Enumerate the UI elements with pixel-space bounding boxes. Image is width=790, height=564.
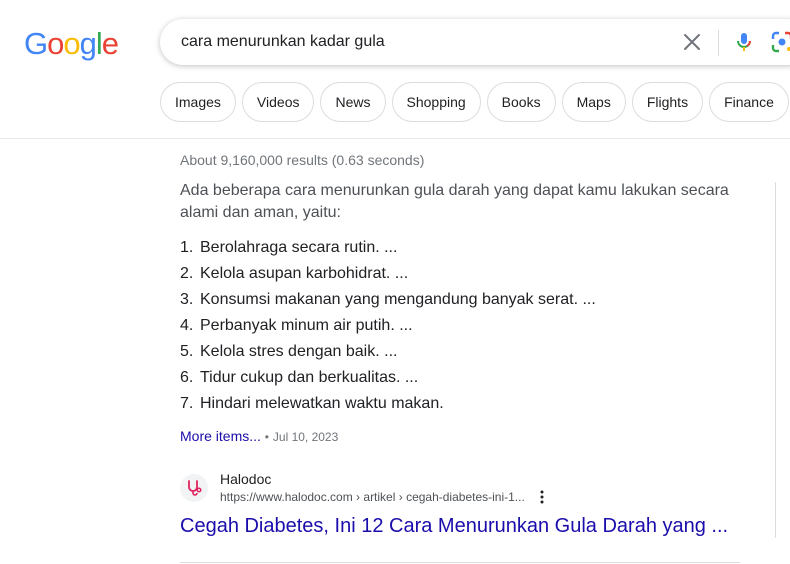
tab-maps[interactable]: Maps — [561, 82, 626, 122]
result-stats: About 9,160,000 results (0.63 seconds) — [180, 152, 425, 168]
more-options-button[interactable] — [536, 489, 548, 505]
step-text: Berolahraga secara rutin. ... — [200, 239, 398, 256]
step-text: Perbanyak minum air putih. ... — [200, 317, 413, 334]
search-divider — [718, 30, 719, 56]
step-number: 1. — [180, 239, 194, 256]
step-text: Hindari melewatkan waktu makan. — [200, 395, 444, 412]
logo-letter: o — [63, 26, 80, 61]
close-icon — [684, 34, 700, 50]
snippet-date: Jul 10, 2023 — [272, 430, 339, 444]
mic-icon — [737, 33, 751, 51]
logo-letter: G — [24, 26, 48, 61]
tab-shopping[interactable]: Shopping — [391, 82, 481, 122]
result-divider — [180, 562, 740, 563]
header-divider — [0, 138, 790, 139]
list-item: 1. Berolahraga secara rutin. ... — [180, 235, 740, 261]
step-text: Kelola asupan karbohidrat. ... — [200, 265, 409, 282]
list-item: 7. Hindari melewatkan waktu makan. — [180, 391, 740, 417]
voice-search-button[interactable] — [732, 30, 756, 54]
list-item: 3. Konsumsi makanan yang mengandung banya… — [180, 287, 740, 313]
list-item: 6. Tidur cukup dan berkualitas. ... — [180, 365, 740, 391]
result-title-link[interactable]: Cegah Diabetes, Ini 12 Cara Menurunkan G… — [180, 513, 728, 539]
featured-snippet: Ada beberapa cara menurunkan gula darah … — [180, 180, 740, 448]
result-source[interactable]: Halodoc https://www.halodoc.com › artike… — [180, 470, 740, 510]
tab-images[interactable]: Images — [160, 82, 236, 122]
site-url[interactable]: https://www.halodoc.com › artikel › cega… — [220, 489, 525, 505]
more-items-link[interactable]: More items... — [180, 428, 261, 444]
snippet-side-divider — [775, 182, 776, 538]
step-number: 7. — [180, 395, 194, 412]
search-input[interactable]: cara menurunkan kadar gula — [181, 19, 385, 65]
stethoscope-icon — [188, 480, 202, 496]
separator-dot: • — [264, 430, 269, 444]
clear-search-button[interactable] — [680, 30, 704, 54]
site-name[interactable]: Halodoc — [220, 470, 271, 488]
search-tabs: Images Videos News Shopping Books Maps Flights… — [160, 82, 790, 122]
more-items-row: More items... • Jul 10, 2023 — [180, 425, 740, 448]
step-number: 3. — [180, 291, 194, 308]
tab-finance[interactable]: Finance — [709, 82, 789, 122]
step-number: 4. — [180, 317, 194, 334]
list-item: 5. Kelola stres dengan baik. ... — [180, 339, 740, 365]
list-item: 4. Perbanyak minum air putih. ... — [180, 313, 740, 339]
tab-news[interactable]: News — [320, 82, 386, 122]
logo-letter: o — [47, 26, 64, 61]
lens-search-button[interactable] — [770, 30, 790, 54]
lens-icon — [771, 31, 790, 53]
snippet-intro: Ada beberapa cara menurunkan gula darah … — [180, 182, 729, 221]
tab-flights[interactable]: Flights — [631, 82, 704, 122]
step-text: Tidur cukup dan berkualitas. ... — [200, 369, 419, 386]
step-number: 5. — [180, 343, 194, 360]
logo-letter: g — [79, 26, 97, 61]
tab-books[interactable]: Books — [486, 82, 556, 122]
site-favicon — [180, 474, 208, 502]
snippet-steps: 1. Berolahraga secara rutin. ... 2. Kelola… — [180, 235, 740, 417]
search-box[interactable]: cara menurunkan kadar gula — [160, 19, 790, 65]
google-logo[interactable]: Google — [24, 26, 119, 62]
list-item: 2. Kelola asupan karbohidrat. ... — [180, 261, 740, 287]
kebab-menu-icon — [540, 490, 544, 504]
logo-letter: e — [101, 26, 119, 61]
tab-videos[interactable]: Videos — [241, 82, 315, 122]
step-number: 2. — [180, 265, 194, 282]
step-text: Konsumsi makanan yang mengandung banyak … — [200, 291, 596, 308]
step-number: 6. — [180, 369, 194, 386]
step-text: Kelola stres dengan baik. ... — [200, 343, 398, 360]
